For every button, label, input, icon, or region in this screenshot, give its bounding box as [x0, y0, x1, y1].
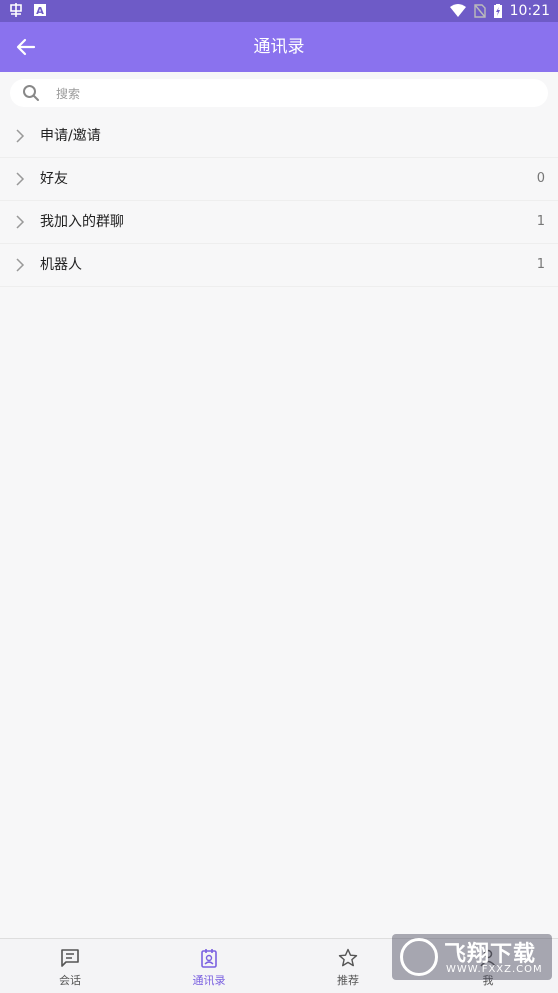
- watermark-url: WWW.FXXZ.COM: [446, 964, 543, 975]
- list-item-label: 我加入的群聊: [40, 214, 124, 230]
- tab-label: 通讯录: [192, 974, 226, 987]
- contact-category-list: 申请/邀请 好友 0 我加入的群聊 1 机器人 1: [0, 115, 558, 287]
- list-item-count: 0: [536, 171, 545, 186]
- list-item-robots[interactable]: 机器人 1: [0, 244, 558, 287]
- page-title: 通讯录: [253, 37, 305, 57]
- app-bar: 通讯录: [0, 22, 558, 72]
- wifi-icon: [449, 4, 466, 17]
- list-item-friends[interactable]: 好友 0: [0, 158, 558, 201]
- search-box[interactable]: [10, 79, 548, 109]
- star-icon: [338, 948, 358, 967]
- status-time: 10:21: [509, 3, 550, 19]
- search-input[interactable]: [54, 79, 538, 109]
- list-item-requests[interactable]: 申请/邀请: [0, 115, 558, 158]
- tab-contacts[interactable]: 通讯录: [139, 939, 279, 993]
- chevron-right-icon: [16, 172, 25, 186]
- list-item-label: 好友: [40, 171, 68, 187]
- list-item-joined-groups[interactable]: 我加入的群聊 1: [0, 201, 558, 244]
- watermark: 飞翔下载 WWW.FXXZ.COM: [392, 934, 552, 980]
- watermark-logo-icon: [400, 938, 438, 976]
- battery-charging-icon: [493, 4, 502, 18]
- chevron-right-icon: [16, 258, 25, 272]
- chat-icon: [61, 949, 79, 967]
- search-icon: [23, 85, 39, 101]
- list-item-label: 机器人: [40, 257, 82, 273]
- chevron-right-icon: [16, 129, 25, 143]
- keyboard-a-icon: A: [34, 4, 46, 16]
- no-sim-icon: [473, 4, 486, 18]
- svg-text:A: A: [36, 6, 44, 16]
- tab-chats[interactable]: 会话: [0, 939, 140, 993]
- app-notification-icon: [10, 3, 22, 17]
- list-item-label: 申请/邀请: [40, 128, 101, 144]
- list-item-count: 1: [536, 214, 545, 229]
- status-bar: A 10:21: [0, 0, 558, 22]
- chevron-right-icon: [16, 215, 25, 229]
- list-item-count: 1: [536, 257, 545, 272]
- contacts-icon: [201, 949, 217, 968]
- tab-label: 会话: [59, 974, 81, 987]
